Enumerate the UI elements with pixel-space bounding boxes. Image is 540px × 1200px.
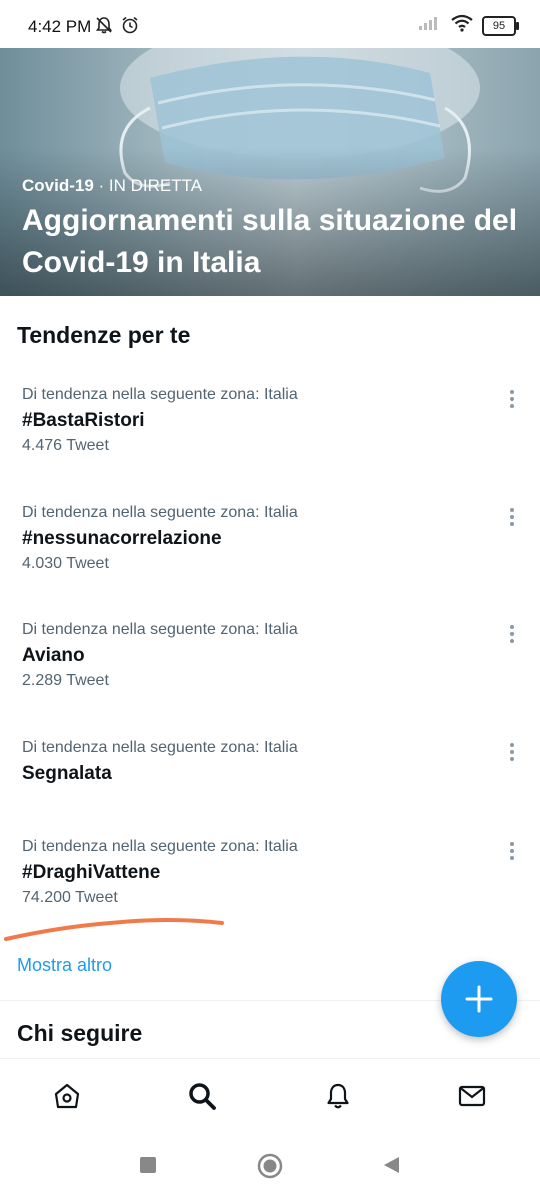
circle-icon xyxy=(257,1153,283,1179)
alarm-icon xyxy=(120,15,140,40)
trend-context: Di tendenza nella seguente zona: Italia xyxy=(22,386,298,403)
more-options-icon[interactable] xyxy=(508,508,516,528)
trend-item[interactable]: Di tendenza nella seguente zona: Italia … xyxy=(22,838,522,907)
who-to-follow-title: Chi seguire xyxy=(17,1020,143,1046)
event-hero-card[interactable]: Covid-19 · IN DIRETTA Aggiornamenti sull… xyxy=(0,48,540,296)
trend-item[interactable]: Di tendenza nella seguente zona: Italia … xyxy=(22,386,522,455)
trend-item[interactable]: Di tendenza nella seguente zona: Italia … xyxy=(22,504,522,573)
recents-button[interactable] xyxy=(139,1156,157,1179)
trend-count: 2.289 Tweet xyxy=(22,672,109,689)
square-icon xyxy=(140,1157,156,1173)
nav-search-button[interactable] xyxy=(185,1079,219,1113)
home-icon xyxy=(54,1083,80,1109)
trend-name: #BastaRistori xyxy=(22,410,145,431)
more-options-icon[interactable] xyxy=(508,842,516,862)
event-title: Aggiornamenti sulla situazione del Covid… xyxy=(22,204,518,279)
status-time: 4:42 PM xyxy=(28,17,92,36)
status-bar: 4:42 PM 95 xyxy=(0,0,540,48)
trend-count: 4.476 Tweet xyxy=(22,437,109,454)
signal-icon xyxy=(418,15,442,36)
search-icon xyxy=(189,1083,216,1110)
mail-icon xyxy=(458,1085,486,1107)
nav-notifications-button[interactable] xyxy=(321,1079,355,1113)
trend-context: Di tendenza nella seguente zona: Italia xyxy=(22,621,298,638)
event-live-label: IN DIRETTA xyxy=(108,176,203,195)
home-system-button[interactable] xyxy=(257,1153,283,1184)
trend-name: Segnalata xyxy=(22,763,112,784)
bottom-navigation xyxy=(0,1058,540,1137)
bell-muted-icon xyxy=(94,15,114,40)
trend-context: Di tendenza nella seguente zona: Italia xyxy=(22,504,298,521)
event-category: Covid-19 xyxy=(22,176,94,195)
battery-indicator: 95 xyxy=(482,15,519,36)
triangle-back-icon xyxy=(384,1157,399,1173)
trend-item[interactable]: Di tendenza nella seguente zona: Italia … xyxy=(22,739,522,785)
trend-name: #nessunacorrelazione xyxy=(22,528,222,549)
status-left-icons xyxy=(94,15,140,40)
wifi-icon xyxy=(450,14,474,37)
more-options-icon[interactable] xyxy=(508,743,516,763)
trends-section-title: Tendenze per te xyxy=(17,322,191,348)
more-options-icon[interactable] xyxy=(508,625,516,645)
status-right-icons: 95 xyxy=(418,14,519,37)
show-more-link[interactable]: Mostra altro xyxy=(17,955,112,976)
bell-icon xyxy=(327,1083,349,1109)
nav-home-button[interactable] xyxy=(50,1079,84,1113)
back-button[interactable] xyxy=(381,1155,401,1180)
trend-context: Di tendenza nella seguente zona: Italia xyxy=(22,739,298,756)
event-separator: · xyxy=(93,176,109,195)
trend-item[interactable]: Di tendenza nella seguente zona: Italia … xyxy=(22,621,522,690)
nav-messages-button[interactable] xyxy=(455,1079,489,1113)
trend-count: 4.030 Tweet xyxy=(22,555,109,572)
trend-name: Aviano xyxy=(22,645,85,666)
plus-icon xyxy=(465,985,493,1013)
trend-context: Di tendenza nella seguente zona: Italia xyxy=(22,838,298,855)
system-navigation-bar xyxy=(0,1136,540,1200)
trend-name: #DraghiVattene xyxy=(22,862,161,883)
compose-tweet-button[interactable] xyxy=(441,961,517,1037)
annotation-underline xyxy=(4,918,224,941)
more-options-icon[interactable] xyxy=(508,390,516,410)
event-meta: Covid-19 · IN DIRETTA xyxy=(22,176,202,196)
